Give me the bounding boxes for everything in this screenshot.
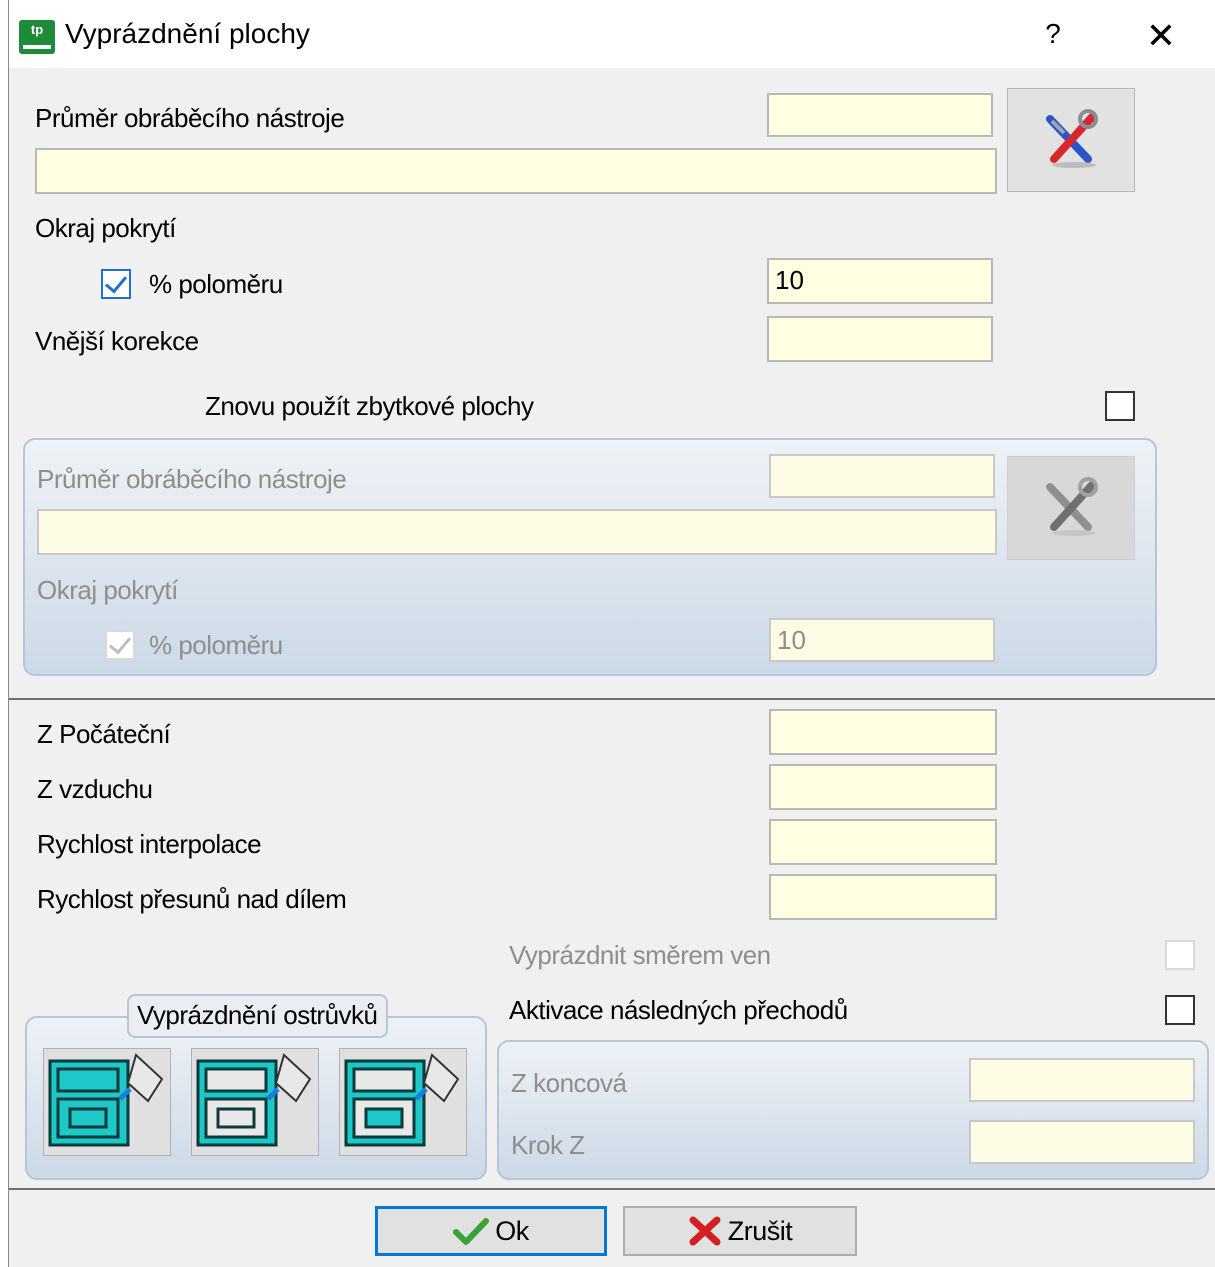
z-air-label: Z vzduchu (37, 774, 153, 804)
island-fill-inner-icon (344, 1053, 460, 1147)
z-start-input[interactable] (769, 709, 997, 755)
interp-speed-input[interactable] (769, 819, 997, 865)
app-icon: tp (19, 20, 55, 54)
island-fill-outer-icon (196, 1053, 312, 1147)
tools-icon (1046, 477, 1098, 536)
residual-group: Průměr obráběcího nástroje Okraj pokrytí… (23, 438, 1157, 676)
z-end-label: Z koncová (511, 1068, 627, 1098)
activate-passes-label: Aktivace následných přechodů (509, 995, 848, 1025)
step-z-input[interactable] (969, 1120, 1195, 1164)
tool-select-button[interactable] (1007, 88, 1135, 192)
tool-diameter-label: Průměr obráběcího nástroje (35, 103, 345, 133)
empty-outward-checkbox[interactable] (1165, 940, 1195, 970)
section-divider (9, 698, 1215, 700)
reuse-residual-label: Znovu použít zbytkové plochy (205, 391, 534, 421)
residual-percent-radius-label: % poloměru (149, 630, 283, 660)
empty-outward-label: Vyprázdnit směrem ven (509, 940, 771, 970)
reuse-residual-checkbox[interactable] (1105, 391, 1135, 421)
island-mode-1-button[interactable] (43, 1048, 171, 1156)
outer-correction-input[interactable] (767, 316, 993, 362)
ok-label: Ok (495, 1215, 529, 1246)
overlap-label: Okraj pokrytí (35, 213, 176, 243)
island-mode-3-button[interactable] (339, 1048, 467, 1156)
residual-tool-select-button[interactable] (1007, 456, 1135, 560)
close-button[interactable]: ✕ (1137, 14, 1185, 58)
residual-tool-diameter-input[interactable] (769, 454, 995, 498)
percent-radius-checkbox[interactable] (101, 269, 131, 299)
checkmark-icon (453, 1218, 490, 1245)
tool-name-input[interactable] (35, 148, 997, 194)
residual-percent-radius-checkbox[interactable] (105, 630, 135, 660)
cross-icon (689, 1216, 721, 1246)
outer-correction-label: Vnější korekce (35, 326, 199, 356)
footer-divider (9, 1188, 1215, 1190)
tool-diameter-input[interactable] (767, 93, 993, 137)
z-start-label: Z Počáteční (37, 719, 171, 749)
help-button[interactable]: ? (1033, 14, 1073, 54)
step-z-label: Krok Z (511, 1130, 585, 1160)
island-mode-2-button[interactable] (191, 1048, 319, 1156)
rapid-speed-label: Rychlost přesunů nad dílem (37, 884, 347, 914)
interp-speed-label: Rychlost interpolace (37, 829, 262, 859)
z-end-input[interactable] (969, 1058, 1195, 1102)
z-air-input[interactable] (769, 764, 997, 810)
island-fill-all-icon (48, 1053, 164, 1147)
percent-radius-label: % poloměru (149, 269, 283, 299)
islands-legend: Vyprázdnění ostrůvků (127, 994, 388, 1038)
residual-overlap-input[interactable]: 10 (769, 618, 995, 662)
activate-passes-checkbox[interactable] (1165, 995, 1195, 1025)
overlap-input[interactable]: 10 (767, 258, 993, 304)
window-title: Vyprázdnění plochy (65, 18, 310, 49)
tools-icon (1046, 109, 1098, 168)
residual-tool-name-input[interactable] (37, 509, 997, 555)
cancel-label: Zrušit (727, 1215, 793, 1246)
title-bar: tp Vyprázdnění plochy ? ✕ (9, 0, 1215, 68)
residual-overlap-label: Okraj pokrytí (37, 575, 178, 605)
dialog-window: tp Vyprázdnění plochy ? ✕ Průměr obráběc… (8, 0, 1215, 1267)
rapid-speed-input[interactable] (769, 874, 997, 920)
passes-group: Z koncová Krok Z (497, 1040, 1209, 1180)
cancel-button[interactable]: Zrušit (623, 1206, 857, 1256)
ok-button[interactable]: Ok (375, 1206, 607, 1256)
residual-tool-diameter-label: Průměr obráběcího nástroje (37, 464, 347, 494)
